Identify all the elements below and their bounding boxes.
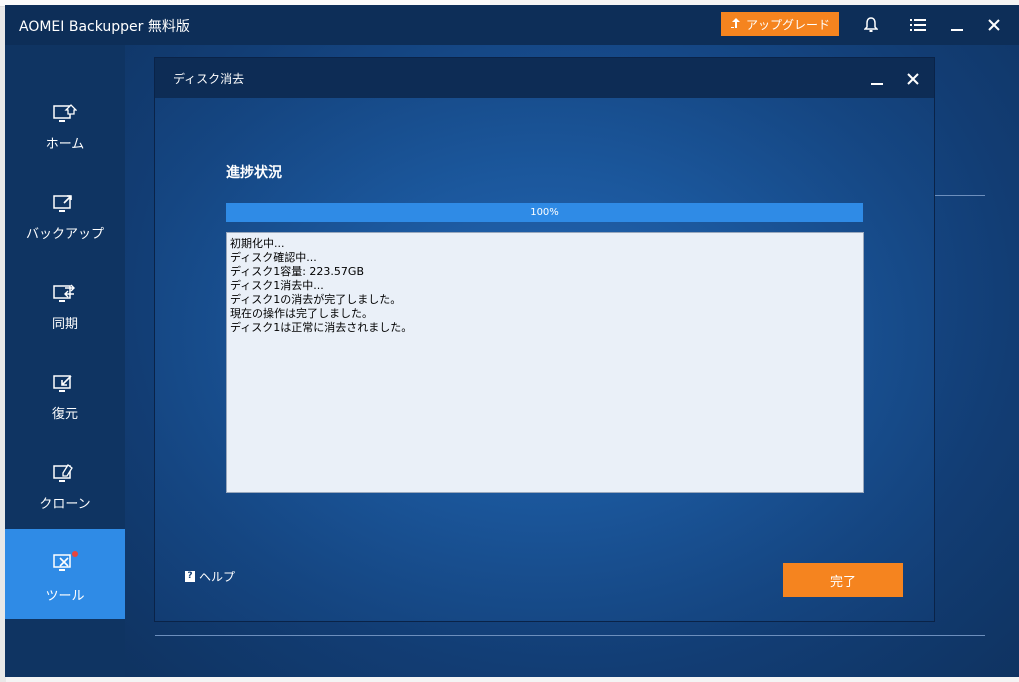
progress-bar: 100% — [226, 203, 863, 222]
clone-monitor-icon — [53, 463, 77, 485]
done-button[interactable]: 完了 — [783, 563, 903, 597]
sidebar: ホーム バックアップ 同期 復元 クローン ツール — [5, 45, 125, 677]
backup-monitor-icon — [53, 193, 77, 215]
upgrade-button[interactable]: アップグレード — [721, 12, 839, 36]
app-window: AOMEI Backupper 無料版 アップグレード ホーム バックアップ 同… — [5, 5, 1019, 677]
sidebar-item-home[interactable]: ホーム — [5, 85, 125, 175]
help-label: ヘルプ — [199, 570, 236, 584]
title-bar: AOMEI Backupper 無料版 アップグレード — [5, 5, 1019, 45]
progress-log[interactable]: 初期化中... ディスク確認中... ディスク1容量: 223.57GB ディス… — [226, 232, 864, 493]
log-line: 現在の操作は完了しました。 — [230, 307, 373, 320]
dialog-close-icon[interactable] — [902, 68, 924, 90]
progress-section-title: 進捗状況 — [226, 165, 282, 181]
sidebar-item-label: ホーム — [45, 137, 85, 152]
app-title: AOMEI Backupper 無料版 — [19, 19, 190, 35]
close-icon[interactable] — [983, 14, 1005, 36]
divider — [155, 635, 985, 636]
bell-icon[interactable] — [860, 14, 882, 36]
sidebar-item-label: バックアップ — [25, 227, 104, 242]
home-monitor-icon — [53, 103, 78, 125]
progress-percent: 100% — [530, 207, 559, 218]
log-line: ディスク1の消去が完了しました。 — [230, 293, 402, 306]
minimize-icon[interactable] — [946, 14, 968, 36]
sidebar-item-backup[interactable]: バックアップ — [5, 175, 125, 265]
restore-monitor-icon — [53, 373, 77, 395]
sync-monitor-icon — [53, 283, 77, 305]
erase-disk-dialog: ディスク消去 進捗状況 100% 初期化中... ディスク確認中... ディスク… — [154, 57, 935, 622]
sidebar-item-label: 同期 — [51, 317, 78, 332]
log-line: ディスク確認中... — [230, 251, 317, 264]
dialog-minimize-icon[interactable] — [866, 68, 888, 90]
menu-icon[interactable] — [907, 14, 929, 36]
sidebar-item-label: クローン — [39, 497, 91, 512]
divider — [935, 195, 985, 196]
sidebar-item-sync[interactable]: 同期 — [5, 265, 125, 355]
log-line: ディスク1は正常に消去されました。 — [230, 321, 413, 334]
sidebar-item-label: ツール — [45, 589, 85, 604]
upload-arrow-icon — [730, 17, 742, 32]
log-line: 初期化中... — [230, 237, 285, 250]
log-line: ディスク1容量: 223.57GB — [230, 265, 364, 278]
dialog-title: ディスク消去 — [173, 72, 245, 86]
tools-monitor-icon — [53, 551, 78, 573]
log-line: ディスク1消去中... — [230, 279, 324, 292]
upgrade-label: アップグレード — [745, 17, 830, 32]
help-link[interactable]: ? ヘルプ — [185, 568, 235, 585]
dialog-title-bar: ディスク消去 — [155, 58, 934, 98]
sidebar-item-label: 復元 — [51, 407, 78, 422]
sidebar-item-tools[interactable]: ツール — [5, 529, 125, 619]
sidebar-item-restore[interactable]: 復元 — [5, 355, 125, 445]
help-icon: ? — [185, 571, 195, 582]
sidebar-item-clone[interactable]: クローン — [5, 445, 125, 535]
